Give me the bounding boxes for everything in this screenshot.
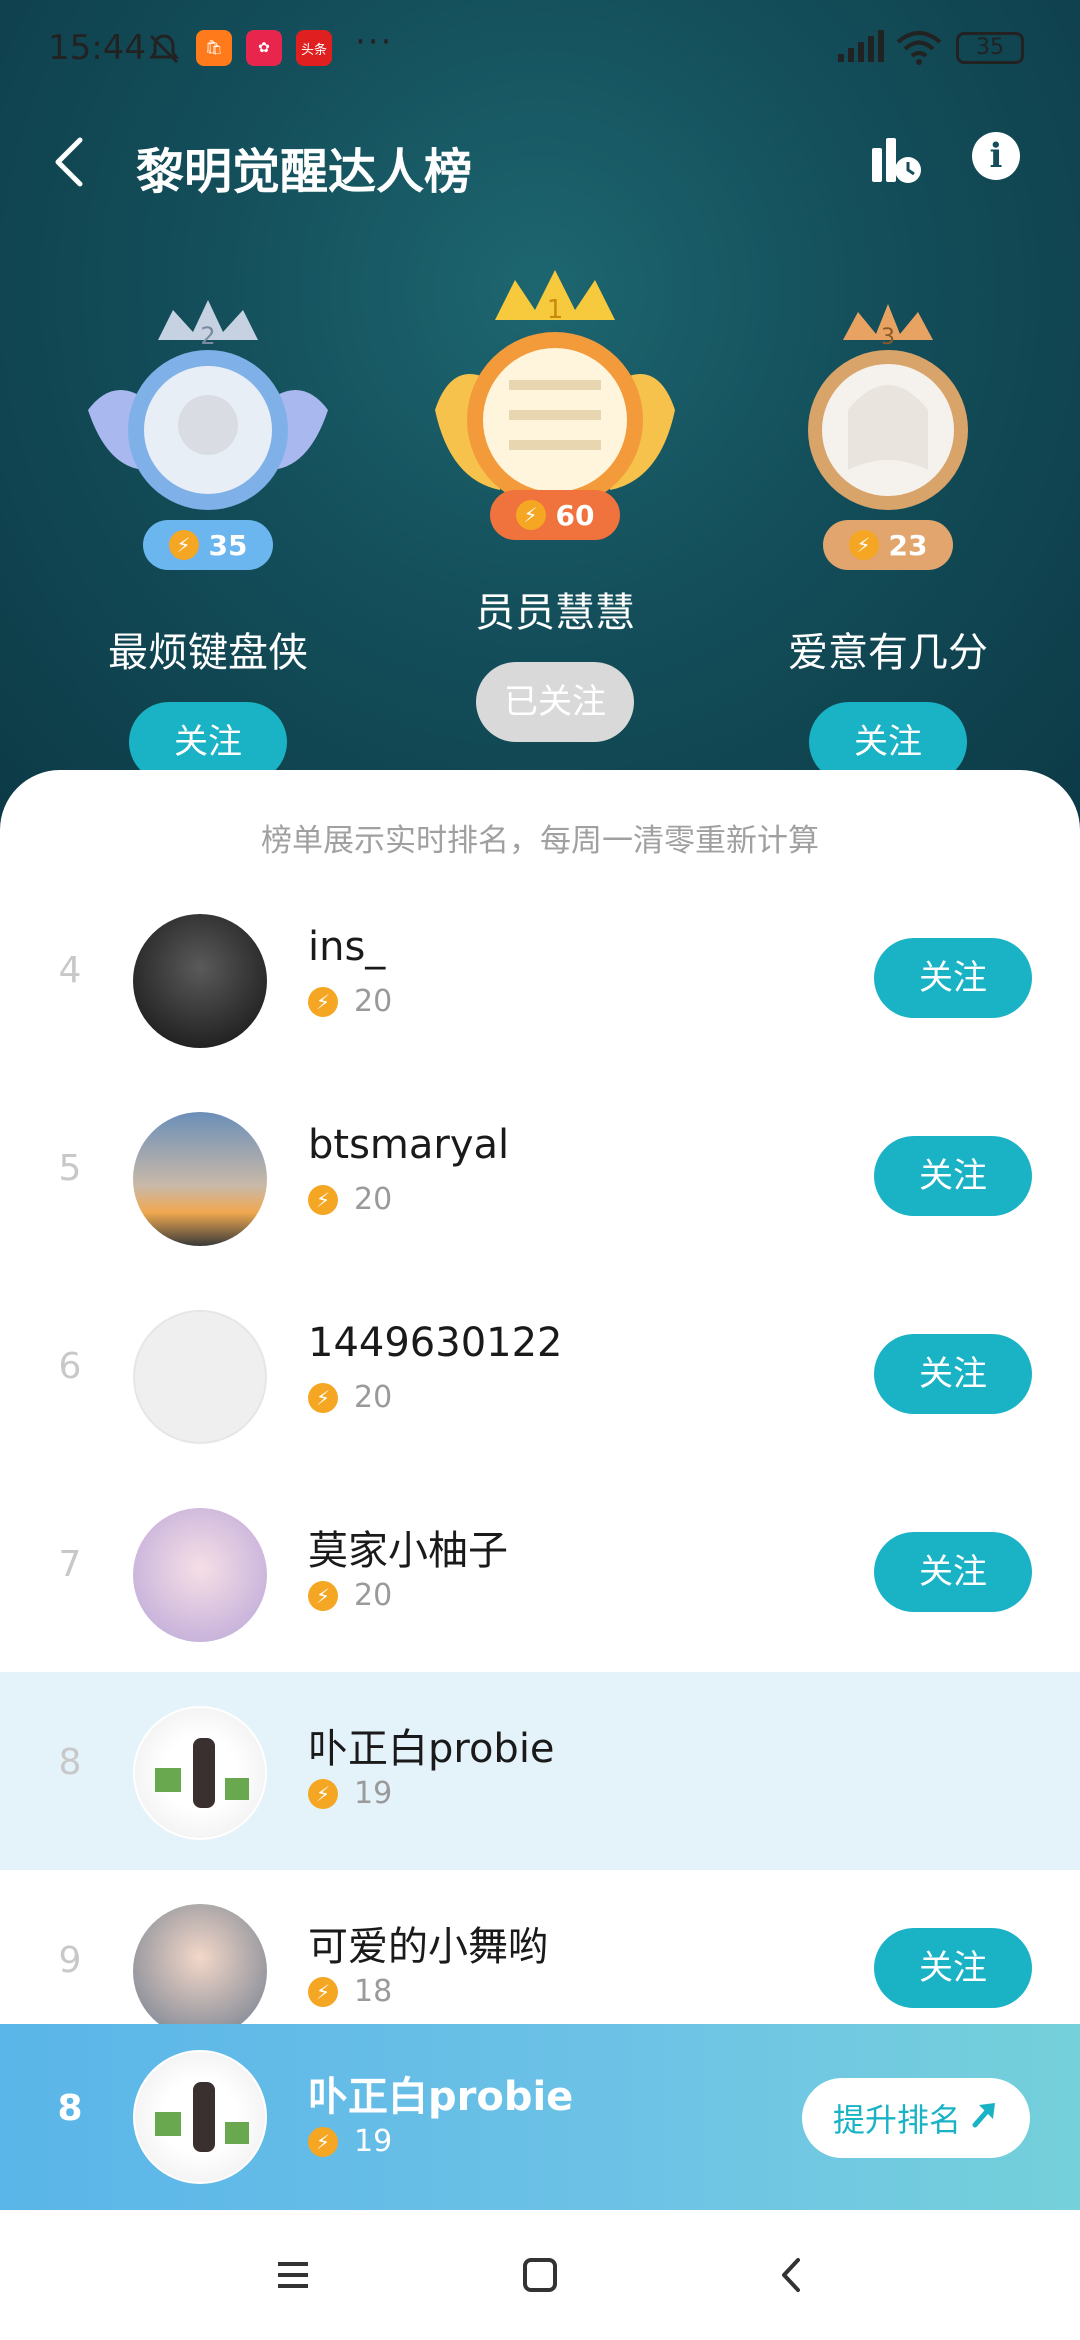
list-item[interactable]: 7 莫家小柚子 ⚡ 20 关注	[0, 1474, 1080, 1672]
score-ribbon: ⚡ 60	[490, 490, 620, 540]
chart-clock-icon[interactable]	[868, 132, 924, 188]
bolt-icon: ⚡	[308, 1778, 338, 1809]
podium-name: 最烦键盘侠	[108, 630, 308, 676]
score: ⚡ 20	[308, 1380, 392, 1415]
user-name: btsmaryal	[308, 1122, 510, 1168]
bolt-icon: ⚡	[515, 500, 546, 530]
podium-score: 35	[208, 528, 248, 562]
boost-rank-label: 提升排名	[832, 2101, 961, 2139]
my-score: ⚡ 19	[308, 2124, 392, 2159]
ranking-notice: 榜单展示实时排名，每周一清零重新计算	[261, 823, 819, 859]
score: ⚡ 20	[308, 1578, 392, 1613]
status-time: 15:44	[48, 28, 146, 68]
bolt-icon: ⚡	[308, 986, 338, 1017]
podium-score: 23	[888, 528, 928, 562]
list-item-current-user[interactable]: 8 卟正白probie ⚡ 19	[0, 1672, 1080, 1870]
silver-badge: 2 ⚡ 35	[78, 300, 338, 600]
podium-second: 2 ⚡ 35 最烦键盘侠 关注	[58, 300, 358, 782]
rank-number: 8	[58, 1742, 82, 1783]
bolt-icon: ⚡	[308, 2126, 338, 2157]
menu-icon[interactable]	[262, 2250, 322, 2300]
battery-icon: 35	[956, 32, 1024, 64]
svg-text:3: 3	[881, 325, 895, 350]
podium-name: 爱意有几分	[788, 630, 988, 676]
list-item[interactable]: 6 1449630122 ⚡ 20 关注	[0, 1276, 1080, 1474]
my-rank-bar: 8 卟正白probie ⚡ 19 提升排名	[0, 2024, 1080, 2210]
shopping-app-icon: 🛍	[196, 30, 232, 66]
my-rank-number: 8	[57, 2088, 83, 2129]
avatar[interactable]	[133, 1112, 267, 1246]
score: ⚡ 20	[308, 984, 392, 1019]
home-icon[interactable]	[510, 2250, 570, 2300]
boost-rank-button[interactable]: 提升排名	[802, 2078, 1030, 2158]
avatar[interactable]	[133, 1508, 267, 1642]
list-item[interactable]: 4 ins_ ⚡ 20 关注	[0, 880, 1080, 1078]
rank-number: 6	[58, 1346, 82, 1387]
my-user-name: 卟正白probie	[308, 2074, 574, 2120]
bird-app-icon: ✿	[246, 30, 282, 66]
rank-number: 5	[58, 1148, 82, 1189]
arrow-up-icon	[969, 2099, 999, 2137]
signal-icon	[836, 30, 884, 73]
score: ⚡ 18	[308, 1974, 392, 2009]
status-bar: 15:44 🛍 ✿ 头条 ··· 35	[0, 0, 1080, 100]
follow-button[interactable]: 关注	[874, 1136, 1032, 1216]
rank-number: 7	[58, 1544, 82, 1585]
podium-first: 1 ⚡ 60 员员慧慧 已关注	[405, 260, 705, 742]
follow-button[interactable]: 关注	[874, 938, 1032, 1018]
system-nav-bar	[0, 2210, 1080, 2340]
news-app-icon: 头条	[296, 30, 332, 66]
svg-text:1: 1	[547, 295, 564, 325]
svg-text:2: 2	[200, 322, 215, 350]
list-item[interactable]: 5 btsmaryal ⚡ 20 关注	[0, 1078, 1080, 1276]
page-title: 黎明觉醒达人榜	[136, 144, 473, 200]
ranking-card: 榜单展示实时排名，每周一清零重新计算 4 ins_ ⚡ 20 关注 5 btsma…	[0, 770, 1080, 2210]
bronze-badge: 3 ⚡ 23	[758, 300, 1018, 600]
user-name: 1449630122	[308, 1320, 563, 1366]
score: ⚡ 19	[308, 1776, 392, 1811]
score: ⚡ 20	[308, 1182, 392, 1217]
gold-badge: 1 ⚡ 60	[425, 260, 685, 600]
bolt-icon: ⚡	[308, 1976, 338, 2007]
more-notifications-icon: ···	[355, 22, 394, 62]
user-name: 莫家小柚子	[308, 1528, 508, 1574]
bolt-icon: ⚡	[308, 1184, 338, 1215]
followed-button[interactable]: 已关注	[476, 662, 634, 742]
bolt-icon: ⚡	[848, 530, 879, 560]
my-avatar[interactable]	[133, 2050, 267, 2184]
follow-button[interactable]: 关注	[874, 1532, 1032, 1612]
follow-button[interactable]: 关注	[874, 1334, 1032, 1414]
chevron-left-icon[interactable]	[50, 134, 100, 190]
avatar[interactable]	[133, 1706, 267, 1840]
rank-number: 9	[58, 1940, 82, 1981]
rank-number: 4	[58, 950, 82, 991]
user-name: 卟正白probie	[308, 1726, 555, 1772]
top-nav: 黎明觉醒达人榜 i	[0, 120, 1080, 204]
info-icon[interactable]: i	[972, 132, 1020, 180]
mute-bell-icon	[145, 30, 183, 77]
bolt-icon: ⚡	[308, 1580, 338, 1611]
podium-score: 60	[555, 498, 595, 532]
user-name: 可爱的小舞哟	[308, 1924, 548, 1970]
avatar[interactable]	[133, 1904, 267, 2038]
score-ribbon: ⚡ 35	[143, 520, 273, 570]
follow-button[interactable]: 关注	[874, 1928, 1032, 2008]
back-icon[interactable]	[762, 2250, 822, 2300]
bolt-icon: ⚡	[308, 1382, 338, 1413]
avatar[interactable]	[133, 914, 267, 1048]
wifi-icon	[896, 30, 942, 75]
avatar[interactable]	[133, 1310, 267, 1444]
bolt-icon: ⚡	[168, 530, 199, 560]
podium-third: 3 ⚡ 23 爱意有几分 关注	[738, 300, 1038, 782]
score-ribbon: ⚡ 23	[823, 520, 953, 570]
user-name: ins_	[308, 924, 386, 970]
